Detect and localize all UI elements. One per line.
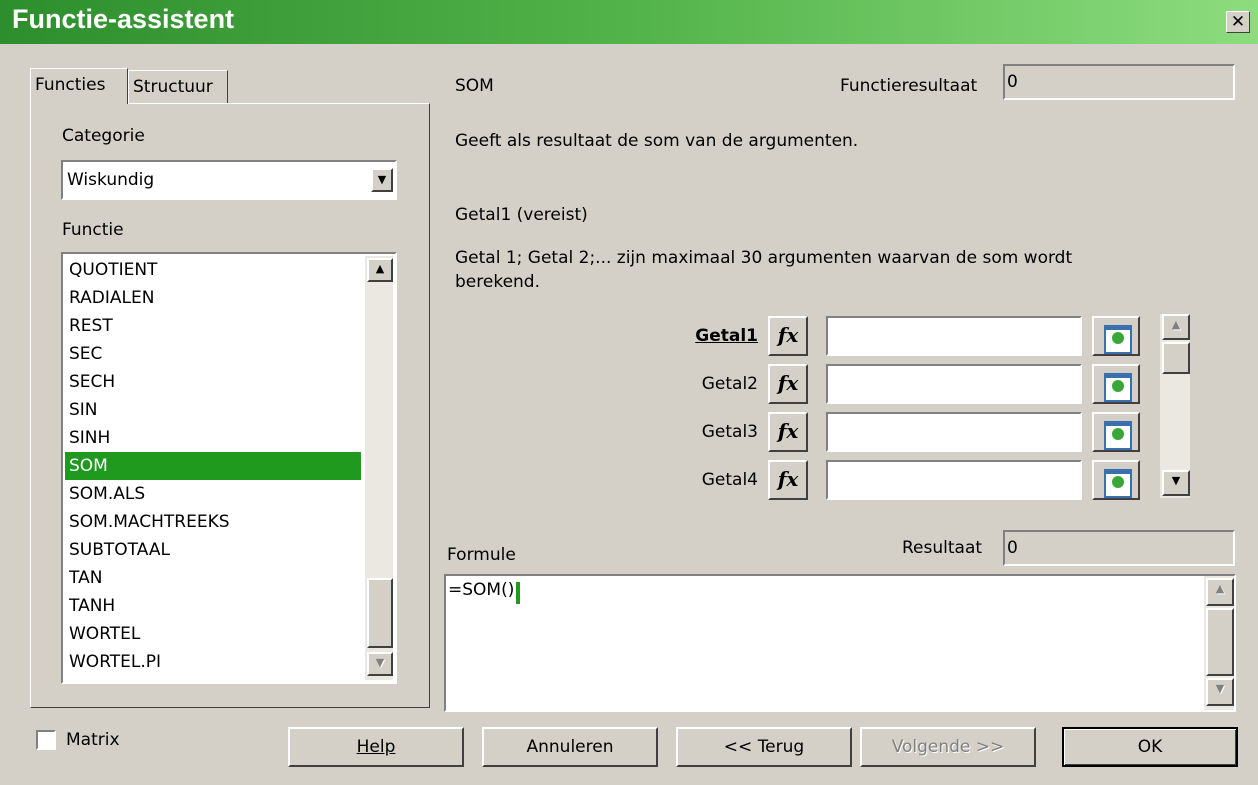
- arrow-down-icon: ▼: [1171, 474, 1181, 487]
- function-list-item[interactable]: SOM.MACHTREEKS: [65, 508, 361, 536]
- arrow-up-icon: ▲: [1215, 582, 1225, 595]
- function-name: SOM: [455, 76, 494, 96]
- back-button[interactable]: << Terug: [676, 727, 852, 767]
- tab-functies-label: Functies: [35, 75, 106, 95]
- arg3-fx-button[interactable]: fx: [768, 412, 808, 452]
- function-label: Functie: [62, 220, 124, 240]
- argument-description-line1: Getal 1; Getal 2;... zijn maximaal 30 ar…: [455, 248, 1073, 268]
- args-scrollbar[interactable]: ▲ ▼: [1160, 314, 1190, 498]
- close-button[interactable]: ✕: [1226, 11, 1250, 33]
- arg4-input[interactable]: [826, 460, 1082, 500]
- function-list-item[interactable]: SECH: [65, 368, 361, 396]
- shrink-icon: [1104, 469, 1132, 498]
- scroll-thumb[interactable]: [367, 578, 393, 648]
- help-button-label: Help: [356, 737, 396, 757]
- dropdown-button[interactable]: ▼: [371, 168, 393, 192]
- arg4-fx-button[interactable]: fx: [768, 460, 808, 500]
- function-list-scrollbar[interactable]: ▲ ▼: [365, 256, 393, 680]
- function-list-item[interactable]: SUBTOTAAL: [65, 536, 361, 564]
- formula-result-field: 0: [1003, 530, 1235, 566]
- ok-button-label: OK: [1137, 737, 1163, 757]
- function-list-items: QUOTIENT RADIALEN REST SEC SECH SIN SINH SOM SOM…: [65, 256, 361, 676]
- fx-icon: fx: [777, 323, 799, 347]
- arg2-fx-button[interactable]: fx: [768, 364, 808, 404]
- formula-text: =SOM(): [448, 580, 515, 600]
- arrow-up-icon: ▲: [375, 262, 385, 275]
- arg1-label: Getal1: [695, 326, 758, 346]
- arg2-input[interactable]: [826, 364, 1082, 404]
- fx-icon: fx: [777, 419, 799, 443]
- next-button-label: Volgende >>: [891, 737, 1005, 757]
- category-value: Wiskundig: [67, 170, 155, 190]
- matrix-checkbox[interactable]: [36, 730, 56, 750]
- arrow-down-icon: ▼: [1215, 682, 1225, 695]
- window-title: Functie-assistent: [12, 4, 235, 34]
- function-result-field: 0: [1003, 64, 1235, 100]
- formula-result-value: 0: [1007, 538, 1018, 558]
- function-result-value: 0: [1007, 72, 1018, 92]
- matrix-label: Matrix: [66, 730, 120, 750]
- formula-result-label: Resultaat: [902, 538, 983, 558]
- formula-scrollbar[interactable]: ▲ ▼: [1204, 576, 1234, 710]
- fx-icon: fx: [777, 467, 799, 491]
- formula-scroll-down-button[interactable]: ▼: [1206, 678, 1234, 706]
- function-list-item[interactable]: WORTEL.PI: [65, 648, 361, 676]
- argument-heading: Getal1 (vereist): [455, 205, 588, 225]
- cancel-button-label: Annuleren: [526, 737, 614, 757]
- arg3-shrink-button[interactable]: [1092, 412, 1140, 452]
- category-select[interactable]: Wiskundig ▼: [61, 160, 397, 200]
- arrow-up-icon: ▲: [1171, 318, 1181, 331]
- tab-functies[interactable]: Functies: [30, 68, 128, 104]
- shrink-icon: [1104, 373, 1132, 402]
- chevron-down-icon: ▼: [377, 173, 387, 186]
- arg2-shrink-button[interactable]: [1092, 364, 1140, 404]
- scroll-down-button[interactable]: ▼: [367, 652, 393, 676]
- formula-label: Formule: [447, 545, 516, 565]
- arrow-down-icon: ▼: [375, 656, 385, 669]
- function-list-item[interactable]: QUOTIENT: [65, 256, 361, 284]
- tab-structuur[interactable]: Structuur: [128, 70, 228, 104]
- back-button-label: << Terug: [723, 737, 805, 757]
- arg1-shrink-button[interactable]: [1092, 316, 1140, 356]
- function-list-item[interactable]: RADIALEN: [65, 284, 361, 312]
- function-list-item[interactable]: TANH: [65, 592, 361, 620]
- function-list-item[interactable]: SEC: [65, 340, 361, 368]
- text-cursor: [516, 582, 520, 604]
- args-scroll-down-button[interactable]: ▼: [1162, 470, 1190, 496]
- arg3-input[interactable]: [826, 412, 1082, 452]
- function-list[interactable]: QUOTIENT RADIALEN REST SEC SECH SIN SINH SOM SOM…: [61, 252, 397, 684]
- function-list-item[interactable]: WORTEL: [65, 620, 361, 648]
- fx-icon: fx: [777, 371, 799, 395]
- close-icon: ✕: [1230, 12, 1246, 32]
- scroll-up-button[interactable]: ▲: [367, 258, 393, 282]
- ok-button[interactable]: OK: [1062, 727, 1238, 767]
- arg1-input[interactable]: [826, 316, 1082, 356]
- arg2-label: Getal2: [701, 374, 758, 394]
- function-list-item[interactable]: REST: [65, 312, 361, 340]
- arg1-fx-button[interactable]: fx: [768, 316, 808, 356]
- help-button[interactable]: Help: [288, 727, 464, 767]
- shrink-icon: [1104, 421, 1132, 450]
- formula-editor[interactable]: =SOM() ▲ ▼: [444, 574, 1236, 712]
- shrink-icon: [1104, 325, 1132, 354]
- function-result-label: Functieresultaat: [840, 76, 978, 96]
- args-scroll-thumb[interactable]: [1162, 342, 1190, 374]
- function-list-item[interactable]: SIN: [65, 396, 361, 424]
- category-label: Categorie: [62, 126, 145, 146]
- arg4-label: Getal4: [701, 470, 758, 490]
- arg3-label: Getal3: [701, 422, 758, 442]
- function-list-item[interactable]: TAN: [65, 564, 361, 592]
- function-list-item[interactable]: SOM.ALS: [65, 480, 361, 508]
- formula-scroll-thumb[interactable]: [1206, 608, 1234, 676]
- formula-scroll-up-button[interactable]: ▲: [1206, 578, 1234, 606]
- args-scroll-up-button[interactable]: ▲: [1162, 314, 1190, 340]
- function-description: Geeft als resultaat de som van de argume…: [455, 131, 859, 151]
- arg4-shrink-button[interactable]: [1092, 460, 1140, 500]
- tab-structuur-label: Structuur: [133, 77, 213, 97]
- argument-description-line2: berekend.: [455, 272, 540, 292]
- function-list-item[interactable]: SINH: [65, 424, 361, 452]
- next-button[interactable]: Volgende >>: [860, 727, 1036, 767]
- function-list-item[interactable]: SOM: [65, 452, 361, 480]
- cancel-button[interactable]: Annuleren: [482, 727, 658, 767]
